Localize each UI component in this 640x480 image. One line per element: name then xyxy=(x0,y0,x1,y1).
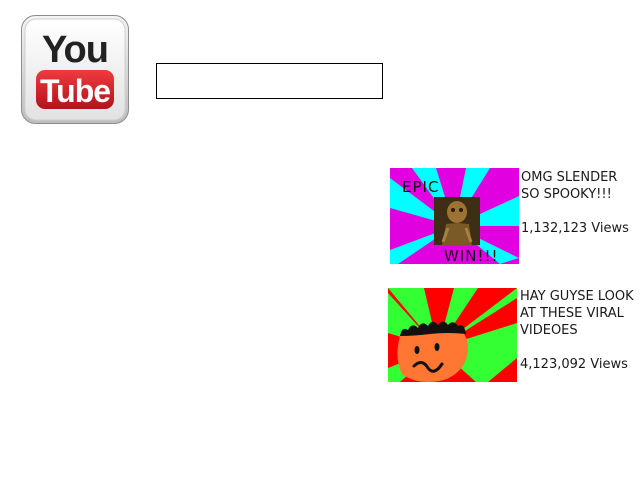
thumbnail-top-text: EPIC xyxy=(402,178,439,196)
logo-word-top: You xyxy=(42,29,108,71)
page: You Tube EPIC WIN!!! OMG SLENDER SO SPOO… xyxy=(0,0,640,480)
video-view-count: 1,132,123 Views xyxy=(521,221,629,236)
thumbnail-bottom-text: WIN!!! xyxy=(444,247,499,264)
video-thumbnail[interactable] xyxy=(388,288,517,382)
video-info: HAY GUYSE LOOK AT THESE VIRAL VIDEOES 4,… xyxy=(520,288,639,373)
video-title[interactable]: HAY GUYSE LOOK AT THESE VIRAL VIDEOES xyxy=(520,288,639,339)
video-view-count: 4,123,092 Views xyxy=(520,357,628,372)
youtube-logo-icon[interactable]: You Tube xyxy=(21,15,129,124)
video-title[interactable]: OMG SLENDER SO SPOOKY!!! xyxy=(521,169,639,203)
video-info: OMG SLENDER SO SPOOKY!!! 1,132,123 Views xyxy=(521,169,639,237)
search-input[interactable] xyxy=(156,63,383,99)
logo-word-bottom: Tube xyxy=(40,73,110,109)
video-thumbnail[interactable]: EPIC WIN!!! xyxy=(390,168,519,264)
